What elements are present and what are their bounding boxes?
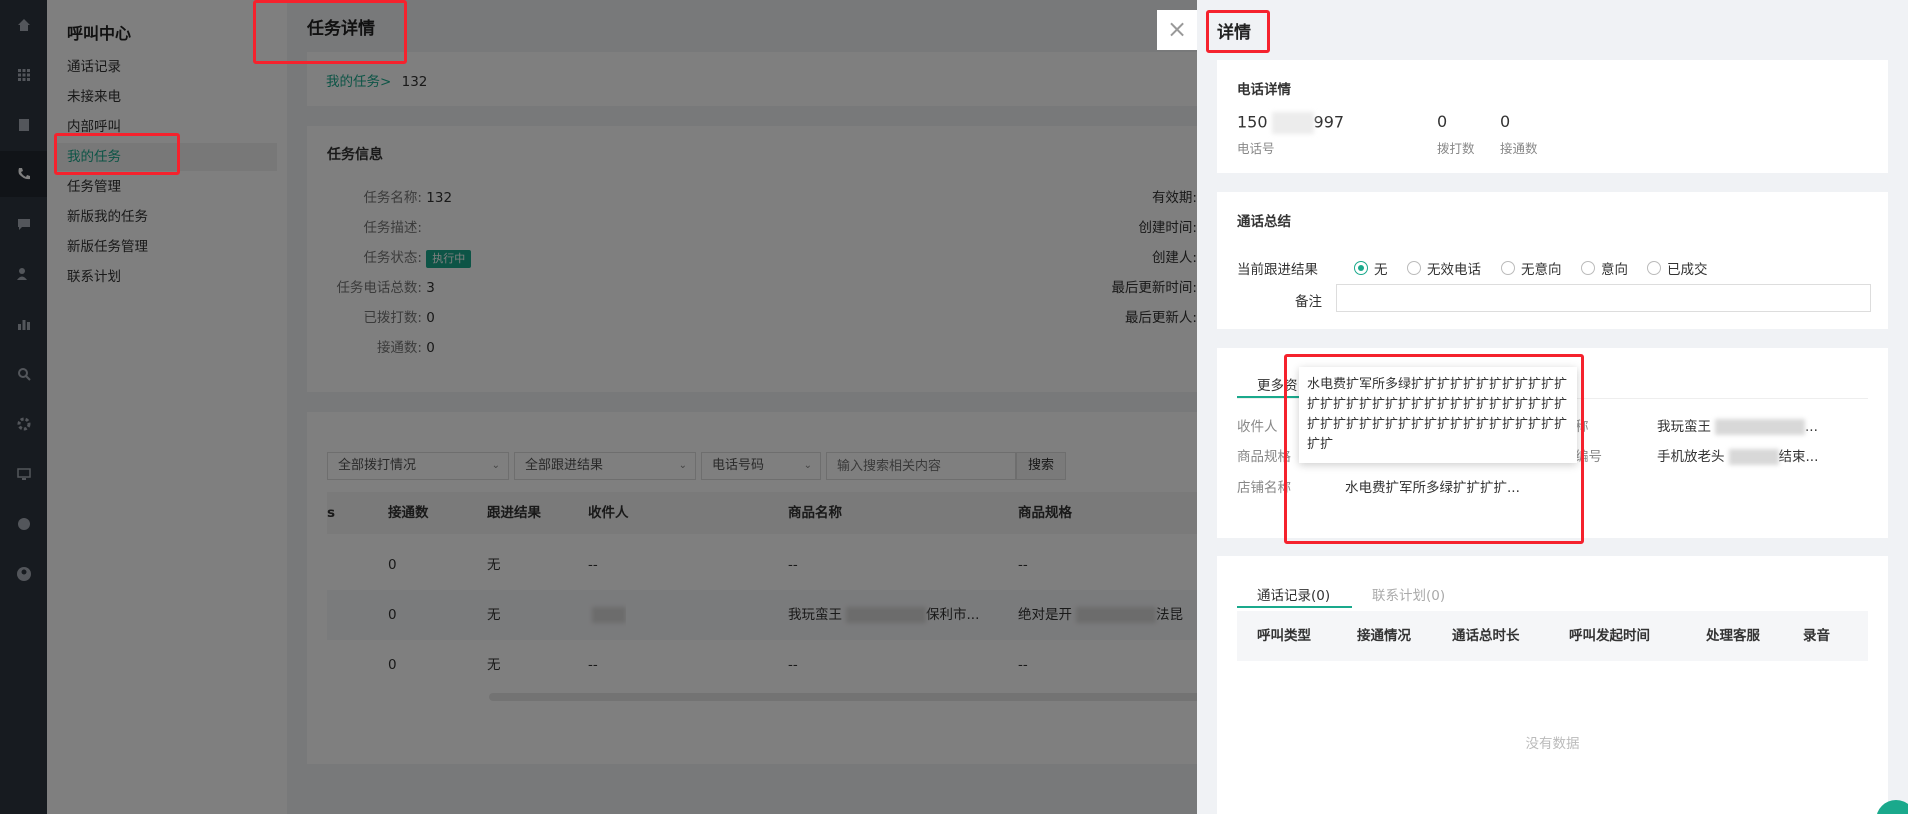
- memo-label: 备注: [1295, 294, 1322, 310]
- radio-deal-label: 已成交: [1667, 262, 1708, 278]
- radio-intent-label: 意向: [1601, 262, 1628, 278]
- product-code-head: 手机放老头: [1657, 449, 1725, 465]
- dial-count-label: 拨打数: [1437, 141, 1475, 156]
- col-duration: 通话总时长: [1452, 628, 1520, 644]
- redacted-block: [1271, 112, 1314, 134]
- radio-icon: [1501, 261, 1515, 275]
- product-name-tail: ...: [1805, 419, 1818, 435]
- col-call-time: 呼叫发起时间: [1569, 628, 1650, 644]
- radio-icon: [1581, 261, 1595, 275]
- call-summary-card: 通话总结 当前跟进结果 无 无效电话 无意向 意向 已成交 备注: [1217, 192, 1888, 329]
- redacted-block: [1728, 449, 1779, 465]
- highlight-box: [1284, 354, 1584, 544]
- product-name-value: 我玩蛮王...: [1657, 415, 1818, 435]
- radio-invalid-label: 无效电话: [1427, 262, 1481, 278]
- radio-icon: [1407, 261, 1421, 275]
- empty-state: 没有数据: [1525, 736, 1580, 752]
- shop-label: 店铺名称: [1237, 480, 1291, 496]
- tab-contact-plan[interactable]: 联系计划(0): [1372, 584, 1445, 604]
- phone-label: 电话号: [1237, 141, 1275, 156]
- phone-suffix: 997: [1313, 112, 1345, 132]
- radio-intent[interactable]: 意向: [1581, 258, 1628, 278]
- product-code-tail: 结束...: [1778, 449, 1819, 465]
- follow-result-label: 当前跟进结果: [1237, 262, 1318, 278]
- radio-deal-closed[interactable]: 已成交: [1647, 258, 1708, 278]
- radio-icon: [1647, 261, 1661, 275]
- radio-invalid-call[interactable]: 无效电话: [1407, 258, 1481, 278]
- radio-none[interactable]: 无: [1354, 258, 1388, 278]
- highlight-box: [253, 0, 407, 64]
- records-table-header: 呼叫类型 接通情况 通话总时长 呼叫发起时间 处理客服 录音: [1237, 611, 1868, 661]
- records-card: 通话记录(0) 联系计划(0) 呼叫类型 接通情况 通话总时长 呼叫发起时间 处…: [1217, 556, 1888, 814]
- radio-none-label: 无: [1374, 262, 1388, 278]
- radio-checked-icon: [1354, 261, 1368, 275]
- col-agent: 处理客服: [1706, 628, 1760, 644]
- col-call-type: 呼叫类型: [1257, 628, 1311, 644]
- product-name-head: 我玩蛮王: [1657, 419, 1711, 435]
- col-recording: 录音: [1803, 628, 1830, 644]
- phone-detail-card: 电话详情 150 997 电话号 0 拨打数 0 接通数: [1217, 60, 1888, 173]
- col-connect-status: 接通情况: [1357, 628, 1411, 644]
- product-code-value: 手机放老头 结束...: [1657, 445, 1818, 465]
- tab-call-records[interactable]: 通话记录(0): [1257, 584, 1330, 604]
- phone-prefix: 150: [1237, 112, 1268, 132]
- connect-count: 0: [1500, 112, 1511, 131]
- radio-no-intent-label: 无意向: [1521, 262, 1562, 278]
- tab-underline: [1237, 606, 1352, 608]
- phone-detail-heading: 电话详情: [1237, 82, 1291, 98]
- connect-count-label: 接通数: [1500, 141, 1538, 156]
- highlight-box: [1206, 10, 1270, 53]
- spec-label: 商品规格: [1237, 449, 1291, 465]
- modal-overlay[interactable]: [0, 0, 1197, 814]
- recipient-label: 收件人: [1237, 419, 1278, 435]
- phone-number: 150 997: [1237, 112, 1344, 134]
- close-button[interactable]: ×: [1157, 10, 1197, 50]
- memo-input[interactable]: [1336, 284, 1871, 312]
- highlight-box: [54, 133, 180, 175]
- call-summary-heading: 通话总结: [1237, 214, 1291, 230]
- radio-no-intent[interactable]: 无意向: [1501, 258, 1562, 278]
- dial-count: 0: [1437, 112, 1448, 131]
- redacted-block: [1715, 419, 1805, 435]
